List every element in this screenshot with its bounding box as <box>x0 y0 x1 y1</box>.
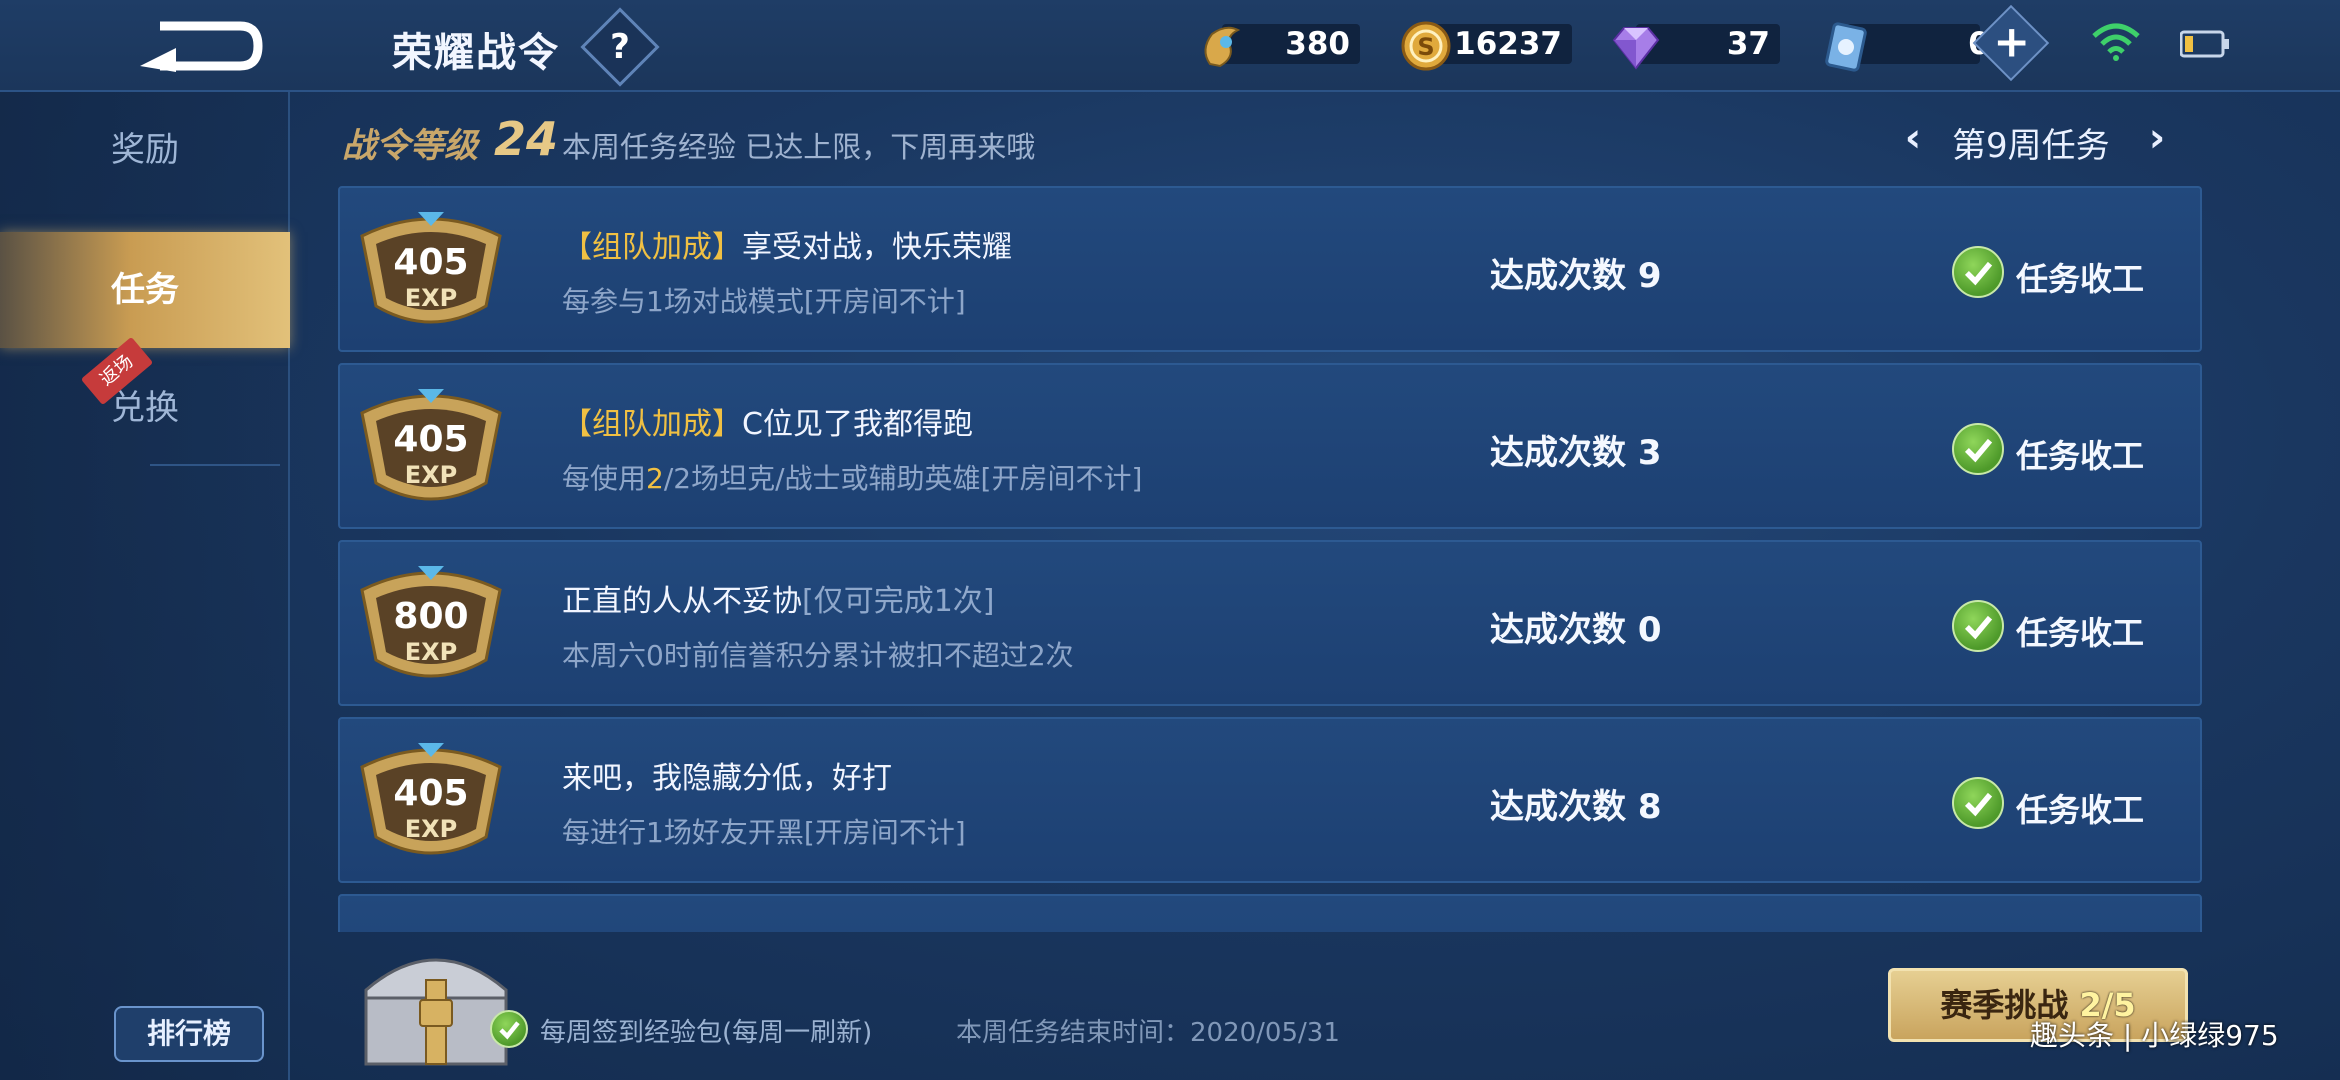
watermark: 趣头条 | 小绿绿975 <box>2030 1019 2279 1052</box>
check-icon <box>1952 600 2004 652</box>
exp-badge-icon: 800 EXP <box>356 560 506 692</box>
task-card[interactable]: 405 EXP 【组队加成】C位见了我都得跑 每使用2/2场坦克/战士或辅助英雄… <box>338 363 2202 529</box>
exp-label: EXP <box>404 284 458 312</box>
battery-icon <box>2180 30 2229 58</box>
exp-label: EXP <box>404 461 458 489</box>
currency-token: 380 <box>1196 20 1360 68</box>
task-card[interactable]: 405 EXP 来吧，我隐藏分低，好打 每进行1场好友开黑[开房间不计] 达成次… <box>338 717 2202 883</box>
team-bonus-tag: 【组队加成】 <box>562 230 742 265</box>
divider <box>150 464 280 466</box>
weekly-check-icon <box>490 1010 528 1048</box>
desc-text: 每使用 <box>562 462 647 495</box>
chevron-right-icon[interactable]: › <box>2140 116 2174 160</box>
leaderboard-button[interactable]: 排行榜 <box>114 1006 264 1062</box>
task-title-text: C位见了我都得跑 <box>742 407 973 442</box>
desc-highlight: 2 <box>646 462 664 495</box>
task-card[interactable] <box>338 894 2202 932</box>
desc-text: /2场坦克/战士或辅助英雄[开房间不计] <box>663 462 1143 495</box>
task-title-text: 来吧，我隐藏分低，好打 <box>562 761 892 796</box>
plus-icon: + <box>1993 16 2031 68</box>
exp-badge-icon: 405 EXP <box>356 206 506 338</box>
status-label: 任务收工 <box>2016 437 2145 475</box>
sidebar-item-tasks[interactable]: 任务 <box>0 232 290 348</box>
exp-label: EXP <box>404 638 458 666</box>
task-list[interactable]: 405 EXP 【组队加成】享受对战，快乐荣耀 每参与1场对战模式[开房间不计]… <box>338 186 2202 932</box>
exp-label: EXP <box>404 815 458 843</box>
status-label: 任务收工 <box>2016 260 2145 298</box>
sidebar-item-rewards[interactable]: 奖励 <box>0 92 290 208</box>
task-description: 每进行1场好友开黑[开房间不计] <box>562 816 966 849</box>
wifi-icon <box>2092 23 2140 61</box>
currency-card: 0 <box>1820 20 1990 72</box>
currency-gold: 16237 S <box>1400 20 1572 71</box>
task-title: 正直的人从不妥协[仅可完成1次] <box>562 576 995 620</box>
completion-count: 达成次数 0 <box>1490 610 1662 650</box>
task-title-text: 正直的人从不妥协 <box>562 584 802 619</box>
gold-coin-icon: S <box>1401 21 1451 71</box>
question-icon: ? <box>610 27 630 67</box>
task-title: 来吧，我隐藏分低，好打 <box>562 753 892 797</box>
completion-count: 达成次数 8 <box>1490 787 1662 827</box>
chevron-left-icon[interactable]: ‹ <box>1896 116 1930 160</box>
exp-badge-icon: 405 EXP <box>356 737 506 869</box>
exp-value: 800 <box>393 596 469 637</box>
task-end-time: 本周任务结束时间：2020/05/31 <box>956 1018 1340 1048</box>
task-limit: [仅可完成1次] <box>802 584 995 619</box>
exp-value: 405 <box>393 773 469 814</box>
check-icon <box>1952 246 2004 298</box>
page-title: 荣耀战令 <box>392 30 560 76</box>
task-description: 每参与1场对战模式[开房间不计] <box>562 285 966 318</box>
token-icon <box>1204 26 1241 68</box>
sidebar: 奖励 任务 兑换 返场 <box>0 92 290 1080</box>
pass-level-note: 本周任务经验 已达上限，下周再来哦 <box>562 130 1036 164</box>
diamond-icon <box>1612 27 1660 70</box>
card-voucher-icon <box>1825 22 1867 72</box>
check-icon <box>1952 423 2004 475</box>
check-icon <box>1952 777 2004 829</box>
task-description: 每使用2/2场坦克/战士或辅助英雄[开房间不计] <box>562 457 1142 497</box>
task-title: 【组队加成】享受对战，快乐荣耀 <box>562 222 1012 266</box>
weekly-exp-pack-label: 每周签到经验包(每周一刷新) <box>540 1018 873 1048</box>
team-bonus-tag: 【组队加成】 <box>562 407 742 442</box>
pass-level-value: 24 <box>494 112 559 166</box>
add-currency-button[interactable]: + <box>1972 4 2050 82</box>
completion-count: 达成次数 3 <box>1490 433 1662 473</box>
status-label: 任务收工 <box>2016 791 2145 829</box>
currency-diamond: 37 <box>1610 20 1780 70</box>
task-card[interactable]: 405 EXP 【组队加成】享受对战，快乐荣耀 每参与1场对战模式[开房间不计]… <box>338 186 2202 352</box>
back-arrow-icon[interactable] <box>130 12 280 80</box>
treasure-chest-icon[interactable] <box>356 940 516 1072</box>
week-label: 第9周任务 <box>1952 126 2110 166</box>
pass-level-label: 战令等级 <box>342 126 478 166</box>
exp-badge-icon: 405 EXP <box>356 383 506 515</box>
exp-value: 405 <box>393 242 469 283</box>
help-button[interactable]: ? <box>580 7 660 87</box>
task-description: 本周六0时前信誉积分累计被扣不超过2次 <box>562 639 1074 672</box>
svg-text:S: S <box>1417 33 1434 61</box>
task-title: 【组队加成】C位见了我都得跑 <box>562 399 973 443</box>
exp-value: 405 <box>393 419 469 460</box>
task-card[interactable]: 800 EXP 正直的人从不妥协[仅可完成1次] 本周六0时前信誉积分累计被扣不… <box>338 540 2202 706</box>
task-title-text: 享受对战，快乐荣耀 <box>742 230 1012 265</box>
top-bar: 荣耀战令 ? 380 16237 S 37 0 <box>0 0 2340 92</box>
completion-count: 达成次数 9 <box>1490 256 1662 296</box>
status-label: 任务收工 <box>2016 614 2145 652</box>
